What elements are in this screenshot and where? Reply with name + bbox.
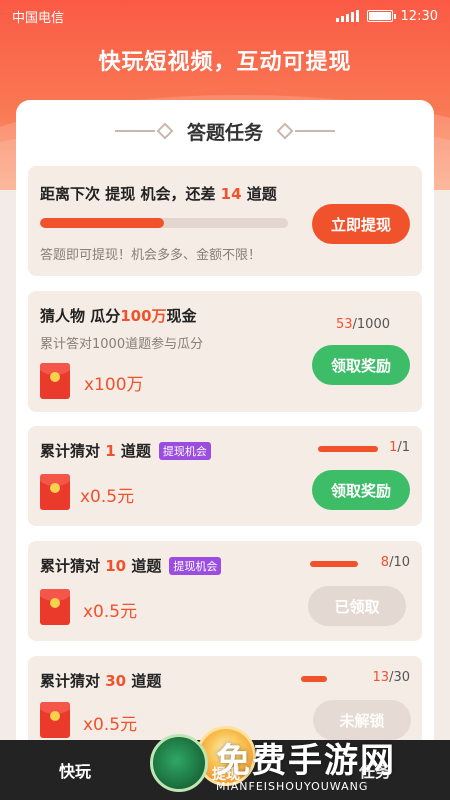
panel-title: 答题任务 — [16, 116, 434, 146]
reward-amount: x100万 — [84, 375, 144, 395]
task-title: 猜人物 瓜分100万现金 — [40, 305, 197, 326]
task-progress-bar — [318, 446, 378, 452]
task-title-text: 累计猜对 — [40, 672, 106, 690]
task-count: 13/30 — [373, 670, 410, 685]
page-headline: 快玩短视频，互动可提现 — [98, 50, 352, 75]
red-envelope-icon — [40, 702, 70, 738]
task-title: 累计猜对 10 道题 提现机会 — [40, 555, 222, 576]
count-done: 8 — [380, 555, 390, 570]
task-title-text: 累计猜对 — [40, 557, 106, 575]
count-total: /30 — [389, 670, 410, 685]
claim-reward-button[interactable]: 领取奖励 — [312, 470, 410, 510]
withdraw-chance-badge: 提现机会 — [158, 441, 211, 460]
count-total: /10 — [389, 555, 410, 570]
withdraw-chance-badge: 提现机会 — [169, 556, 222, 575]
progress-fill — [40, 218, 164, 228]
status-bar: 中国电信 12:30 — [0, 0, 450, 32]
withdraw-text: 距离下次 提现 机会，还差 — [40, 185, 221, 203]
task-title-suffix: 道题 — [126, 557, 162, 575]
withdraw-hint: 答题即可提现！机会多多、金额不限！ — [40, 248, 262, 263]
task-title-suffix: 道题 — [115, 442, 151, 460]
task-title-suffix: 现金 — [166, 307, 197, 325]
nav-tab-kuaiwan[interactable]: 快玩 — [0, 758, 150, 782]
claim-reward-button[interactable]: 领取奖励 — [312, 345, 410, 385]
clock: 12:30 — [400, 8, 438, 24]
task-title-highlight: 30 — [105, 672, 127, 690]
count-done: 13 — [372, 670, 390, 685]
withdraw-progress-bar — [40, 218, 288, 228]
withdraw-progress-card: 距离下次 提现 机会，还差 14 道题 答题即可提现！机会多多、金额不限！ 立即… — [28, 166, 422, 276]
task-card: 累计猜对 10 道题 提现机会 8/10 x0.5元 已领取 — [28, 541, 422, 641]
site-watermark: 免费手游网 MIANFEISHOUYOUWANG — [150, 726, 450, 800]
remaining-count: 14 — [220, 185, 242, 203]
task-count: 8/10 — [381, 555, 410, 570]
task-title-highlight: 100万 — [120, 307, 167, 325]
divider-ornament-icon — [275, 122, 335, 140]
task-count: 53/1000 — [336, 317, 390, 332]
carrier-label: 中国电信 — [12, 10, 65, 26]
task-card: 累计猜对 1 道题 提现机会 1/1 x0.5元 领取奖励 — [28, 426, 422, 526]
panel-heading: 答题任务 — [186, 121, 263, 144]
red-envelope-icon — [40, 363, 70, 399]
divider-ornament-icon — [114, 122, 175, 140]
task-progress-bar — [310, 561, 358, 567]
withdraw-question: 距离下次 提现 机会，还差 14 道题 — [40, 183, 277, 204]
task-title-suffix: 道题 — [126, 672, 162, 690]
task-count: 1/1 — [389, 440, 410, 455]
reward-amount: x0.5元 — [83, 602, 138, 622]
task-card: 猜人物 瓜分100万现金 累计答对1000道题参与瓜分 x100万 53/100… — [28, 291, 422, 412]
count-total: /1 — [397, 440, 410, 455]
withdraw-now-button[interactable]: 立即提现 — [312, 204, 410, 244]
task-title-text: 猜人物 瓜分 — [40, 307, 121, 325]
reward-amount: x0.5元 — [80, 487, 135, 507]
task-description: 累计答对1000道题参与瓜分 — [40, 337, 204, 352]
count-total: /1000 — [352, 317, 390, 332]
task-title-highlight: 10 — [105, 557, 127, 575]
withdraw-suffix: 道题 — [241, 185, 277, 203]
battery-icon — [366, 10, 396, 22]
red-envelope-icon — [40, 474, 70, 510]
reward-amount: x0.5元 — [83, 715, 138, 735]
task-progress-bar — [301, 676, 327, 682]
claimed-button[interactable]: 已领取 — [308, 586, 406, 626]
task-title: 累计猜对 30 道题 — [40, 670, 161, 691]
count-done: 53 — [335, 317, 353, 332]
watermark-logo-icon — [150, 734, 208, 792]
task-title-text: 累计猜对 — [40, 442, 106, 460]
signal-icon — [335, 10, 359, 22]
task-title: 累计猜对 1 道题 提现机会 — [40, 440, 211, 461]
watermark-title: 免费手游网 — [216, 741, 396, 781]
red-envelope-icon — [40, 589, 70, 625]
task-title-highlight: 1 — [105, 442, 116, 460]
